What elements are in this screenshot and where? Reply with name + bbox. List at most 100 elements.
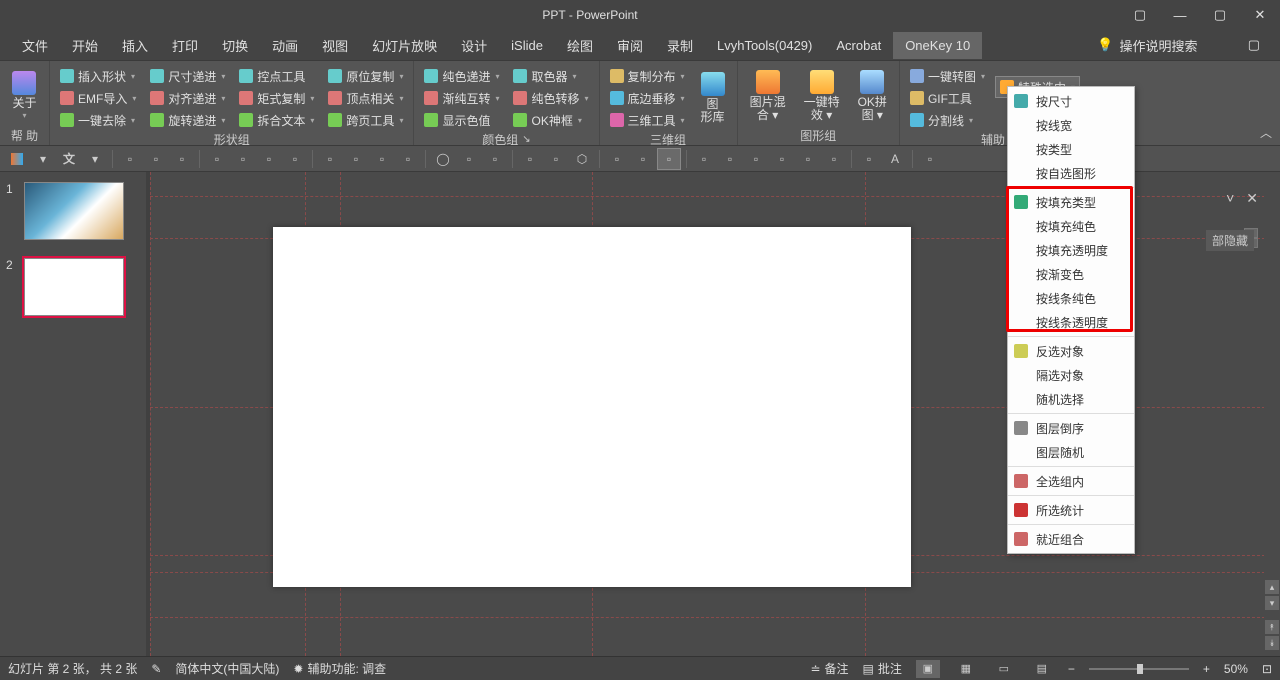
tab-幻灯片放映[interactable]: 幻灯片放映 [360,30,449,61]
tab-设计[interactable]: 设计 [449,30,499,61]
ok-collage-button[interactable]: OK拼 图 ▾ [852,65,893,127]
qat-btn-13[interactable]: ▫ [458,149,480,169]
shape-c1-2[interactable]: 一键去除▾ [56,109,140,131]
qat-btn-8[interactable]: ▫ [319,149,341,169]
qat-btn-14[interactable]: ▫ [484,149,506,169]
normal-view-icon[interactable]: ▣ [916,660,940,678]
slide-canvas[interactable] [273,227,911,587]
color-c2-2[interactable]: OK神框▾ [509,109,592,131]
color-c1-2[interactable]: 显示色值 [420,109,503,131]
qat-btn-18[interactable]: ▫ [606,149,628,169]
qat-btn-29[interactable]: ▫ [919,149,941,169]
vertical-scrollbar[interactable]: ▴ ▾ ⯭ ⯯ [1264,172,1280,656]
shape-c4-2[interactable]: 跨页工具▾ [324,109,407,131]
collapse-ribbon-icon[interactable]: ︿ [1260,124,1272,141]
color-c1-1[interactable]: 渐纯互转▾ [420,87,503,109]
tab-开始[interactable]: 开始 [60,30,110,61]
tab-审阅[interactable]: 审阅 [605,30,655,61]
menu-item-1[interactable]: 按线宽 [1008,113,1134,137]
qat-btn-24[interactable]: ▫ [771,149,793,169]
menu-item-2[interactable]: 按类型 [1008,137,1134,161]
tab-切换[interactable]: 切换 [210,30,260,61]
tell-me-search[interactable]: 💡操作说明搜索 [1089,36,1205,55]
shape-c1-1[interactable]: EMF导入▾ [56,87,140,109]
panel-collapse-icon[interactable]: ˅ [1226,190,1234,207]
about-button[interactable]: 关于 ▾ [6,67,42,125]
next-slide-icon[interactable]: ⯯ [1265,636,1279,650]
maximize-button[interactable]: ▢ [1200,0,1240,30]
tab-OneKey 10[interactable]: OneKey 10 [893,32,982,59]
menu-item-11[interactable]: 隔选对象 [1008,363,1134,387]
tab-iSlide[interactable]: iSlide [499,32,555,59]
menu-item-17[interactable]: 就近组合 [1008,527,1134,551]
qat-dropdown-icon-2[interactable]: ▾ [84,149,106,169]
qat-text-icon[interactable]: 文 [58,149,80,169]
language-label[interactable]: 简体中文(中国大陆) [175,660,279,677]
menu-item-10[interactable]: 反选对象 [1008,339,1134,363]
tab-文件[interactable]: 文件 [10,30,60,61]
shape-c1-0[interactable]: 插入形状▾ [56,65,140,87]
zoom-level[interactable]: 50% [1224,662,1248,676]
zoom-out-button[interactable]: − [1068,662,1075,676]
sorter-view-icon[interactable]: ▦ [954,660,978,678]
menu-item-3[interactable]: 按自选图形 [1008,161,1134,185]
qat-btn-6[interactable]: ▫ [258,149,280,169]
menu-item-15[interactable]: 全选组内 [1008,469,1134,493]
shape-c4-0[interactable]: 原位复制▾ [324,65,407,87]
tab-LvyhTools(0429)[interactable]: LvyhTools(0429) [705,32,824,59]
qat-btn-26[interactable]: ▫ [823,149,845,169]
qat-dropdown-icon[interactable]: ▾ [32,149,54,169]
zoom-in-button[interactable]: + [1203,662,1210,676]
shape-c4-1[interactable]: 顶点相关▾ [324,87,407,109]
qat-btn-21[interactable]: ▫ [693,149,715,169]
qat-btn-1[interactable]: ▫ [119,149,141,169]
tab-动画[interactable]: 动画 [260,30,310,61]
tab-绘图[interactable]: 绘图 [555,30,605,61]
tab-插入[interactable]: 插入 [110,30,160,61]
shape-library-button[interactable]: 图 形库 [695,65,731,131]
dialog-launcher-icon[interactable]: ↘ [522,134,530,145]
menu-item-0[interactable]: 按尺寸 [1008,89,1134,113]
qat-btn-22[interactable]: ▫ [719,149,741,169]
tab-Acrobat[interactable]: Acrobat [824,32,893,59]
qat-btn-5[interactable]: ▫ [232,149,254,169]
qat-btn-3[interactable]: ▫ [171,149,193,169]
shape-c2-2[interactable]: 旋转递进▾ [146,109,229,131]
qat-color-icon[interactable] [6,149,28,169]
tab-录制[interactable]: 录制 [655,30,705,61]
shape-c3-0[interactable]: 控点工具 [235,65,318,87]
qat-btn-20[interactable]: ▫ [658,149,680,169]
ribbon-options-icon[interactable]: ▢ [1120,0,1160,30]
menu-item-12[interactable]: 随机选择 [1008,387,1134,411]
qat-btn-11[interactable]: ▫ [397,149,419,169]
qat-btn-28[interactable]: A [884,149,906,169]
color-c2-0[interactable]: 取色器▾ [509,65,592,87]
prev-slide-icon[interactable]: ⯭ [1265,620,1279,634]
comments-button[interactable]: ▤ 批注 [863,660,902,677]
shape-c2-0[interactable]: 尺寸递进▾ [146,65,229,87]
fit-window-icon[interactable]: ⊡ [1262,662,1272,676]
slideshow-view-icon[interactable]: ▤ [1030,660,1054,678]
tab-打印[interactable]: 打印 [160,30,210,61]
threeD-c1-0[interactable]: 复制分布▾ [606,65,689,87]
qat-btn-23[interactable]: ▫ [745,149,767,169]
scroll-up-icon[interactable]: ▴ [1265,580,1279,594]
menu-item-13[interactable]: 图层倒序 [1008,416,1134,440]
qat-btn-12[interactable]: ◯ [432,149,454,169]
qat-btn-16[interactable]: ▫ [545,149,567,169]
qat-btn-2[interactable]: ▫ [145,149,167,169]
menu-item-16[interactable]: 所选统计 [1008,498,1134,522]
shape-c3-1[interactable]: 矩式复制▾ [235,87,318,109]
threeD-c1-2[interactable]: 三维工具▾ [606,109,689,131]
close-button[interactable]: ✕ [1240,0,1280,30]
spellcheck-icon[interactable]: ✎ [151,662,161,676]
image-blend-button[interactable]: 图片混 合 ▾ [744,65,792,127]
qat-btn-10[interactable]: ▫ [371,149,393,169]
one-click-fx-button[interactable]: 一键特 效 ▾ [798,65,846,127]
qat-btn-17[interactable]: ⬡ [571,149,593,169]
color-c2-1[interactable]: 纯色转移▾ [509,87,592,109]
qat-btn-15[interactable]: ▫ [519,149,541,169]
qat-btn-25[interactable]: ▫ [797,149,819,169]
qat-btn-9[interactable]: ▫ [345,149,367,169]
tab-视图[interactable]: 视图 [310,30,360,61]
